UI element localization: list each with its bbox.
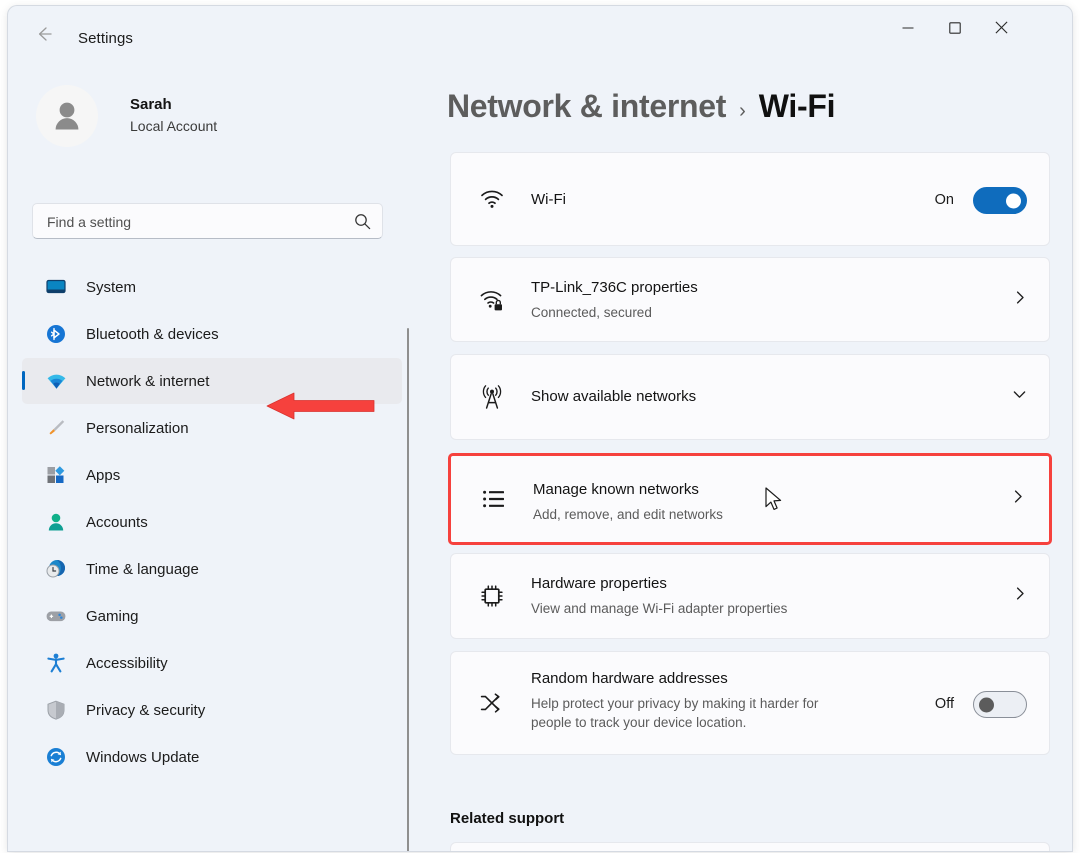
search-box[interactable] bbox=[32, 203, 383, 240]
person-avatar-icon bbox=[55, 102, 79, 130]
card-subtitle: View and manage Wi-Fi adapter properties bbox=[531, 601, 788, 616]
sidebar-item-gaming[interactable]: Gaming bbox=[22, 593, 402, 639]
sidebar-item-accessibility[interactable]: Accessibility bbox=[22, 640, 402, 686]
related-support-heading: Related support bbox=[450, 810, 565, 827]
sidebar-item-accounts[interactable]: Accounts bbox=[22, 499, 402, 545]
card-subtitle: Help protect your privacy by making it h… bbox=[531, 696, 819, 730]
sidebar-item-label: Accessibility bbox=[86, 654, 168, 672]
red-left-arrow-annotation bbox=[266, 389, 376, 423]
account-block[interactable]: Sarah Local Account bbox=[32, 82, 372, 152]
random-hardware-addresses-toggle[interactable] bbox=[973, 691, 1027, 718]
card-title: Manage known networks bbox=[533, 481, 699, 498]
account-name: Sarah bbox=[130, 96, 172, 113]
accessibility-icon bbox=[44, 651, 68, 675]
mouse-cursor bbox=[765, 487, 785, 515]
hardware-properties-row[interactable]: Hardware properties View and manage Wi-F… bbox=[450, 553, 1050, 639]
title-bar: Settings bbox=[8, 6, 1072, 58]
toggle-knob bbox=[979, 697, 994, 712]
shield-icon bbox=[44, 698, 68, 722]
chevron-right-icon[interactable] bbox=[1013, 587, 1027, 606]
avatar bbox=[36, 85, 98, 147]
paintbrush-icon bbox=[44, 416, 68, 440]
gamepad-icon bbox=[44, 604, 68, 628]
sidebar-item-label: Windows Update bbox=[86, 748, 200, 766]
wifi-toggle[interactable] bbox=[973, 187, 1027, 214]
sidebar-item-system[interactable]: System bbox=[22, 264, 402, 310]
breadcrumb: Network & internet › Wi-Fi bbox=[447, 88, 835, 125]
card-title: TP-Link_736C properties bbox=[531, 279, 698, 296]
wifi-icon bbox=[44, 369, 68, 393]
chevron-right-icon[interactable] bbox=[1011, 490, 1025, 509]
update-refresh-icon bbox=[44, 745, 68, 769]
close-icon bbox=[995, 21, 1008, 34]
person-icon bbox=[44, 510, 68, 534]
card-subtitle: Connected, secured bbox=[531, 305, 652, 320]
random-mac-state-label: Off bbox=[934, 696, 954, 712]
search-icon bbox=[354, 213, 371, 235]
settings-window: Settings Sarah Local Account Find a sett… bbox=[8, 6, 1072, 851]
toggle-knob bbox=[1006, 193, 1021, 208]
bluetooth-icon bbox=[44, 322, 68, 346]
sidebar-item-privacy-security[interactable]: Privacy & security bbox=[22, 687, 402, 733]
sidebar-item-label: Bluetooth & devices bbox=[86, 325, 219, 343]
wifi-state-label: On bbox=[934, 192, 954, 208]
account-subtitle: Local Account bbox=[130, 118, 218, 134]
manage-known-networks-row[interactable]: Manage known networks Add, remove, and e… bbox=[448, 453, 1052, 545]
breadcrumb-separator: › bbox=[739, 100, 746, 122]
sidebar-item-label: Accounts bbox=[86, 513, 148, 531]
clock-globe-icon bbox=[44, 557, 68, 581]
list-bullets-icon bbox=[481, 486, 507, 512]
sidebar-item-label: System bbox=[86, 278, 137, 296]
minimize-button[interactable] bbox=[884, 6, 931, 49]
card-title: Hardware properties bbox=[531, 575, 667, 592]
sidebar-item-label: Apps bbox=[86, 466, 121, 484]
breadcrumb-parent[interactable]: Network & internet bbox=[447, 88, 726, 125]
search-input[interactable] bbox=[45, 204, 349, 240]
sidebar-nav-list: System Bluetooth & devices Network & int… bbox=[22, 264, 402, 781]
maximize-icon bbox=[948, 21, 961, 34]
chevron-right-icon[interactable] bbox=[1013, 290, 1027, 309]
wifi-toggle-row[interactable]: Wi-Fi On bbox=[450, 152, 1050, 246]
wifi-lock-icon bbox=[479, 287, 505, 313]
shuffle-icon bbox=[479, 690, 505, 716]
related-support-card[interactable] bbox=[450, 842, 1050, 851]
chevron-down-icon[interactable] bbox=[1012, 387, 1027, 407]
sidebar-item-bluetooth-devices[interactable]: Bluetooth & devices bbox=[22, 311, 402, 357]
maximize-button[interactable] bbox=[931, 6, 978, 49]
card-title: Random hardware addresses bbox=[531, 670, 728, 687]
sidebar: Sarah Local Account Find a setting Syste… bbox=[8, 58, 420, 851]
content-pane: Network & internet › Wi-Fi Wi-Fi On TP-L… bbox=[420, 58, 1072, 851]
network-properties-row[interactable]: TP-Link_736C properties Connected, secur… bbox=[450, 257, 1050, 342]
apps-grid-icon bbox=[44, 463, 68, 487]
show-available-networks-row[interactable]: Show available networks bbox=[450, 354, 1050, 440]
sidebar-item-apps[interactable]: Apps bbox=[22, 452, 402, 498]
sidebar-item-label: Personalization bbox=[86, 419, 189, 437]
sidebar-scrollbar[interactable] bbox=[407, 328, 409, 851]
random-hardware-addresses-row[interactable]: Random hardware addresses Help protect y… bbox=[450, 651, 1050, 755]
broadcast-tower-icon bbox=[479, 384, 505, 410]
sidebar-item-time-language[interactable]: Time & language bbox=[22, 546, 402, 592]
monitor-icon bbox=[44, 275, 68, 299]
wifi-icon bbox=[479, 186, 505, 212]
cpu-chip-icon bbox=[479, 583, 505, 609]
card-subtitle: Add, remove, and edit networks bbox=[533, 507, 723, 522]
app-title: Settings bbox=[78, 30, 133, 47]
sidebar-item-label: Gaming bbox=[86, 607, 139, 625]
sidebar-item-label: Time & language bbox=[86, 560, 199, 578]
close-button[interactable] bbox=[978, 6, 1025, 49]
selection-accent-bar bbox=[22, 371, 25, 390]
back-button[interactable] bbox=[26, 20, 62, 48]
card-title: Wi-Fi bbox=[531, 191, 566, 208]
card-title: Show available networks bbox=[531, 388, 697, 405]
sidebar-item-label: Network & internet bbox=[86, 372, 210, 390]
sidebar-item-label: Privacy & security bbox=[86, 701, 206, 719]
minimize-icon bbox=[902, 26, 913, 29]
page-title: Wi-Fi bbox=[758, 88, 836, 124]
sidebar-item-windows-update[interactable]: Windows Update bbox=[22, 734, 402, 780]
back-arrow-icon bbox=[38, 27, 52, 41]
